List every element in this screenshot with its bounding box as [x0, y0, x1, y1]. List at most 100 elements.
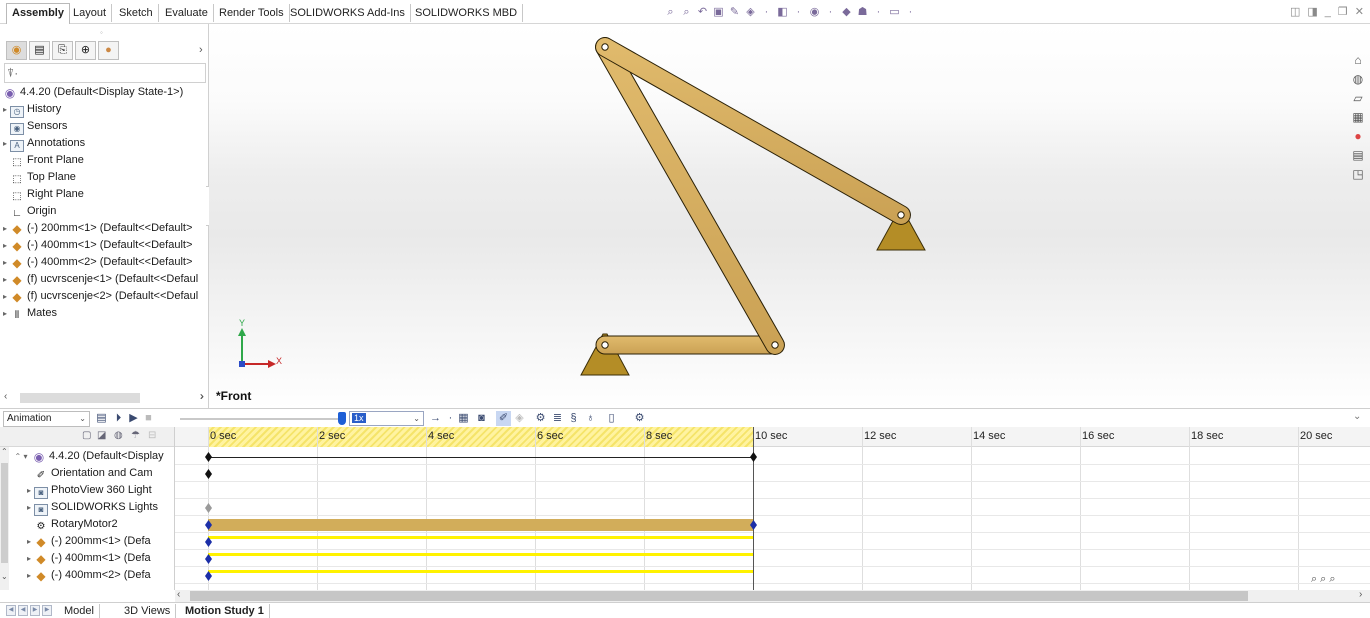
tree-item[interactable]: ▸ ⫴ Mates [0, 305, 209, 322]
playback-slider-handle[interactable] [338, 412, 346, 425]
dropdown-icon[interactable]: · [824, 6, 837, 19]
appearances-icon[interactable]: ● [1348, 127, 1368, 146]
zoom-to-fit-icon[interactable]: ⌕ [664, 6, 677, 19]
dropdown-icon[interactable]: · [904, 6, 917, 19]
collapse-all-icon[interactable]: ⊟ [148, 430, 156, 441]
expand-arrow-icon[interactable]: ▸ [24, 550, 34, 567]
scroll-right-icon[interactable]: › [1359, 589, 1362, 600]
motion-tree-item[interactable]: ▸ ◙ SOLIDWORKS Lights [10, 499, 174, 516]
last-tab-icon[interactable]: ▶ [42, 605, 52, 616]
add-update-key-icon[interactable]: ◈ [512, 411, 527, 426]
expand-arrow-icon[interactable]: ▸ [0, 254, 10, 271]
expand-arrow-icon[interactable]: ▸ [0, 237, 10, 254]
scene-icon[interactable]: ☗ [856, 6, 869, 19]
dropdown-icon[interactable]: · [872, 6, 885, 19]
component-change-bar[interactable] [208, 570, 753, 573]
tree-item[interactable]: ▸ ◆ (f) ucvrscenje<2> (Default<<Defaul [0, 288, 209, 305]
timeline-ruler[interactable]: 0 sec 2 sec 4 sec 6 sec 8 sec 10 sec 12 sec 14 … [175, 427, 1370, 447]
motor-change-bar[interactable] [208, 519, 753, 531]
dropdown-icon[interactable]: · [760, 6, 773, 19]
tree-item[interactable]: ▸ ◆ (-) 400mm<1> (Default<<Default> [0, 237, 209, 254]
playback-speed-select[interactable]: 1x ⌄ [349, 411, 424, 426]
close-icon[interactable]: ✕ [1355, 6, 1364, 18]
tree-item[interactable]: ⬚ Top Plane [0, 169, 209, 186]
zoom-in-icon[interactable]: ⌕ [1311, 573, 1317, 586]
tree-filter-field[interactable]: ⍒· [4, 63, 206, 83]
key-point[interactable] [204, 452, 212, 462]
dynamic-annotation-icon[interactable]: ✎ [728, 6, 741, 19]
file-explorer-icon[interactable]: ▱ [1348, 89, 1368, 108]
component-change-bar[interactable] [208, 536, 753, 539]
playback-mode-icon[interactable]: → [428, 411, 443, 426]
configuration-manager-tab-icon[interactable]: ⎘ [52, 41, 73, 60]
motion-timeline[interactable]: 0 sec 2 sec 4 sec 6 sec 8 sec 10 sec 12 sec 14 … [175, 427, 1370, 590]
tree-item[interactable]: ▸ ◆ (f) ucvrscenje<1> (Default<<Defaul [0, 271, 209, 288]
tab-3d-views[interactable]: 3D Views [119, 604, 177, 618]
view-palette-icon[interactable]: ▦ [1348, 108, 1368, 127]
timeline-horizontal-scrollbar[interactable]: ‹ › [175, 589, 1370, 602]
spring-icon[interactable]: ≣ [550, 411, 565, 426]
chevron-right-icon[interactable]: › [199, 44, 203, 56]
filter-selected-icon[interactable]: ◍ [114, 430, 123, 441]
next-tab-icon[interactable]: ▶ [30, 605, 40, 616]
expand-arrow-icon[interactable]: ▸ [24, 533, 34, 550]
motion-tree-item[interactable]: ⌃ ▾ ◉ 4.4.20 (Default<Display [10, 448, 174, 465]
motion-tree-item[interactable]: ▸ ◆ (-) 400mm<2> (Defa [10, 567, 174, 584]
display-manager-tab-icon[interactable]: ● [98, 41, 119, 60]
tree-item[interactable]: ▸ ◆ (-) 200mm<1> (Default<<Default> [0, 220, 209, 237]
tab-model[interactable]: Model [59, 604, 100, 618]
expand-arrow-icon[interactable]: ▸ [24, 567, 34, 584]
previous-view-icon[interactable]: ↶ [696, 6, 709, 19]
animation-wizard-icon[interactable]: ◙ [474, 411, 489, 426]
edit-appearance-icon[interactable]: ◆ [840, 6, 853, 19]
expand-arrow-icon[interactable]: ⌃ ▾ [10, 448, 32, 465]
zoom-fit-icon[interactable]: ⌕ [1329, 573, 1335, 586]
tree-item[interactable]: ⬚ Right Plane [0, 186, 209, 203]
tree-item[interactable]: ◉ Sensors [0, 118, 209, 135]
first-tab-icon[interactable]: ◀ [6, 605, 16, 616]
tab-render-tools[interactable]: Render Tools [214, 4, 290, 22]
scroll-up-icon[interactable]: ⌃ [1, 447, 8, 456]
tree-item[interactable]: ▸ ◆ (-) 400mm<2> (Default<<Default> [0, 254, 209, 271]
force-icon[interactable]: ♁ [583, 411, 598, 426]
tab-solidworks-mbd[interactable]: SOLIDWORKS MBD [410, 4, 524, 22]
feature-tree-tab-icon[interactable]: ◉ [6, 41, 27, 60]
tree-item[interactable]: ⬚ Front Plane [0, 152, 209, 169]
motion-tree-scrollbar[interactable]: ⌃ ⌄ [0, 447, 9, 590]
home-icon[interactable]: ⌂ [1348, 51, 1368, 70]
dropdown-icon[interactable]: · [792, 6, 805, 19]
expand-arrow-icon[interactable]: ▸ [0, 288, 10, 305]
chevron-right-icon[interactable]: › [200, 389, 204, 403]
study-type-select[interactable]: Animation ⌄ [3, 411, 90, 427]
tab-assembly[interactable]: Assembly [6, 3, 70, 24]
graphics-viewport[interactable] [209, 24, 1370, 408]
motion-tree-item[interactable]: ⚙ RotaryMotor2 [10, 516, 174, 533]
filter-driving-icon[interactable]: ◪ [97, 430, 106, 441]
damper-icon[interactable]: § [566, 411, 581, 426]
dimxpert-tab-icon[interactable]: ⊕ [75, 41, 96, 60]
section-view-icon[interactable]: ▣ [712, 6, 725, 19]
key-point[interactable] [204, 503, 212, 513]
panel-collapse-dot-icon[interactable]: ◦ [100, 28, 103, 37]
motor-icon[interactable]: ⚙ [533, 411, 548, 426]
tab-evaluate[interactable]: Evaluate [160, 4, 214, 22]
view-settings-icon[interactable]: ▭ [888, 6, 901, 19]
play-from-start-icon[interactable]: ⏵ [111, 411, 126, 426]
tile-icon[interactable]: ◫ [1290, 6, 1300, 18]
tab-motion-study-1[interactable]: Motion Study 1 [180, 604, 270, 618]
expand-arrow-icon[interactable]: ▸ [0, 101, 10, 118]
filter-animated-icon[interactable]: ▢ [82, 430, 91, 441]
tree-item[interactable]: ▸ ◷ History [0, 101, 209, 118]
motion-tree-item[interactable]: ✐ Orientation and Cam [10, 465, 174, 482]
tree-item[interactable]: ▸ A Annotations [0, 135, 209, 152]
save-animation-icon[interactable]: ▦ [456, 411, 471, 426]
motion-tree-item[interactable]: ▸ ◆ (-) 200mm<1> (Defa [10, 533, 174, 550]
scroll-down-icon[interactable]: ⌄ [1, 572, 8, 581]
forum-icon[interactable]: ◳ [1348, 165, 1368, 184]
minimize-icon[interactable]: _ [1325, 6, 1331, 18]
zoom-out-icon[interactable]: ⌕ [1320, 573, 1326, 586]
tab-sketch[interactable]: Sketch [114, 4, 159, 22]
tree-root-assembly[interactable]: ◉ 4.4.20 (Default<Display State-1>) [3, 84, 212, 101]
key-point[interactable] [204, 554, 212, 564]
key-point[interactable] [749, 520, 757, 530]
